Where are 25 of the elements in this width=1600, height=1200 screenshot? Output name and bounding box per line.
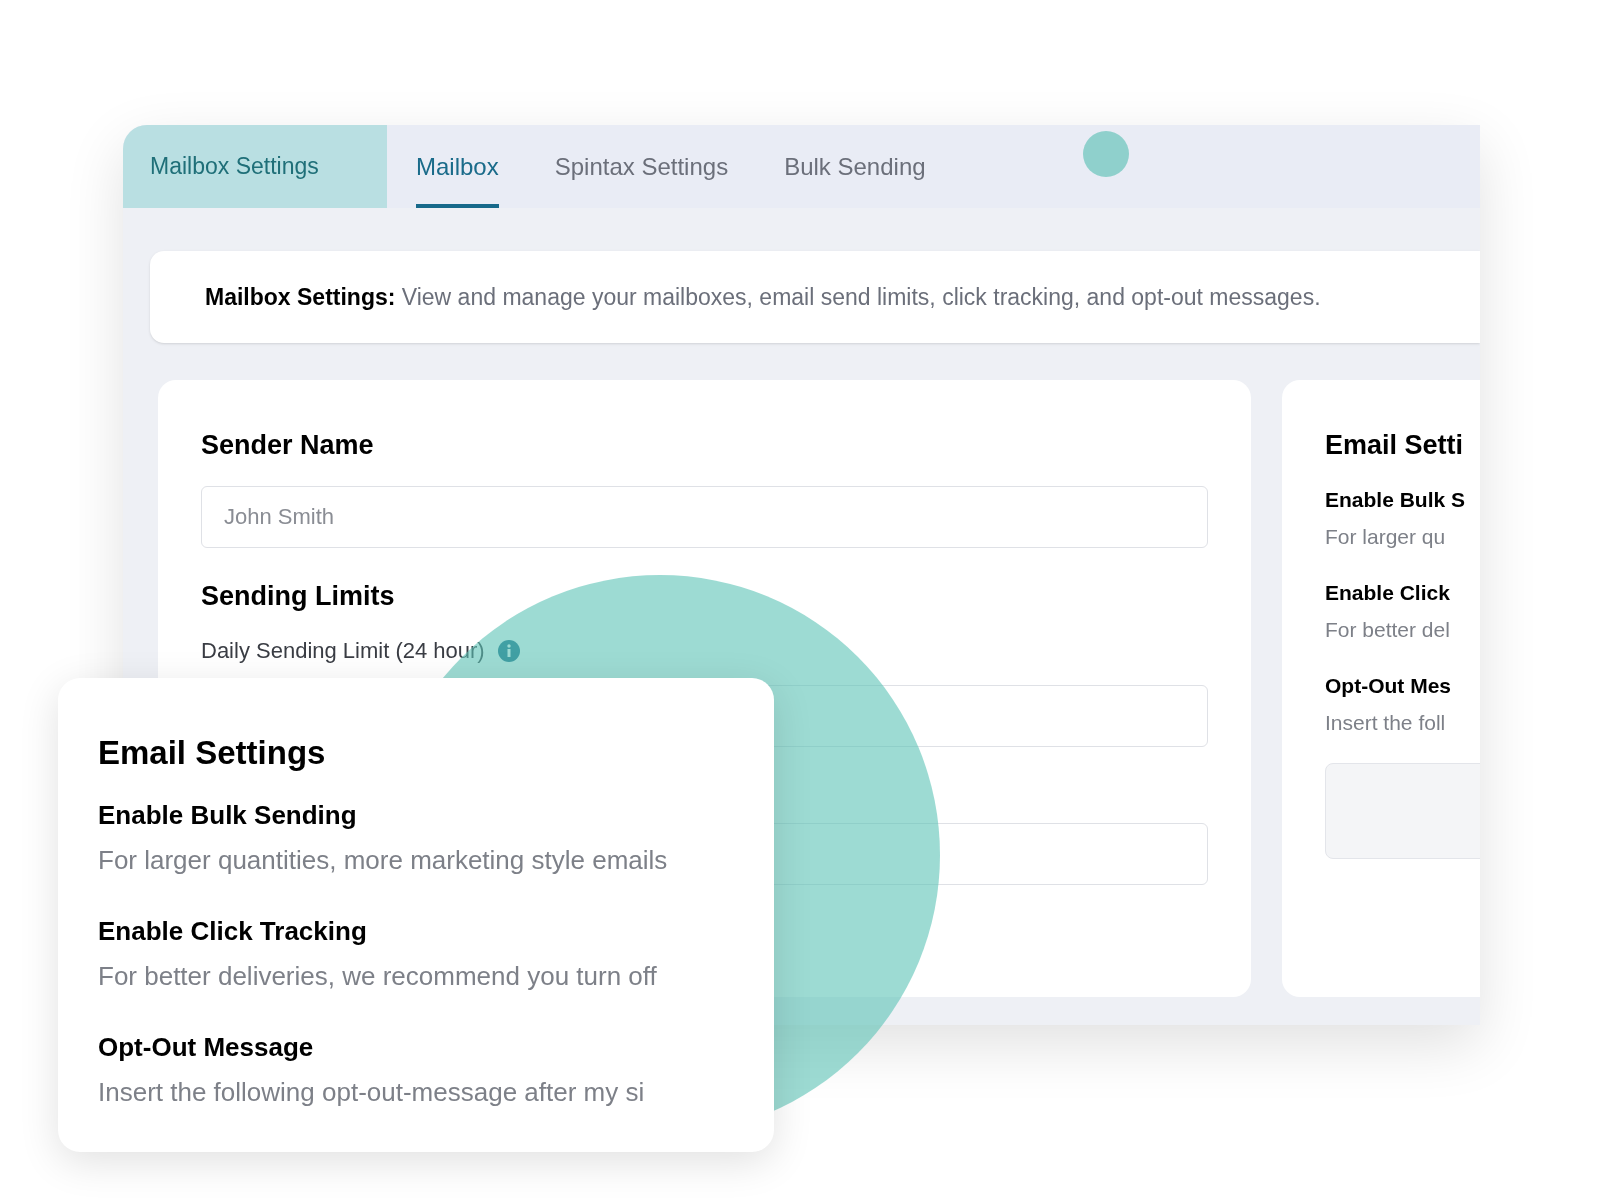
sending-limits-title: Sending Limits (201, 579, 396, 613)
info-icon (496, 638, 521, 663)
opt-out-field[interactable] (1325, 762, 1480, 859)
setting-title: Opt-Out Message (98, 1030, 315, 1064)
setting-description: Insert the following opt-out-message after my si (98, 1075, 646, 1109)
section-title: Mailbox Settings (123, 125, 387, 208)
setting-description: For better deliveries, we recommend you turn off (98, 959, 658, 993)
setting-title: Enable Click Tracking (98, 914, 368, 948)
info-text: Mailbox Settings: View and manage your mailboxes, email send limits, click tracking, and opt-out messages. (205, 282, 1321, 312)
setting-description: For larger qu (1325, 524, 1447, 550)
tab[interactable]: Mailbox (416, 125, 499, 208)
sender-name-title: Sender Name (201, 429, 375, 462)
setting-title: Enable Bulk Sending (98, 798, 358, 832)
setting-description: For larger quantities, more marketing style emails (98, 843, 669, 877)
daily-limit-label: Daily Sending Limit (24 hour) (201, 637, 485, 665)
setting-title: Opt-Out Mes (1325, 672, 1452, 699)
card-title: Email Settings (98, 733, 327, 773)
setting-title: Enable Bulk S (1325, 486, 1467, 513)
tab[interactable]: Bulk Sending (784, 125, 926, 208)
setting-description: For better del (1325, 617, 1451, 643)
tab[interactable]: Spintax Settings (554, 125, 729, 208)
panel-title: Email Setti (1325, 429, 1465, 462)
setting-title: Enable Click (1325, 579, 1451, 606)
setting-description: Insert the foll (1325, 710, 1447, 736)
sender-name-field[interactable]: John Smith (201, 485, 1208, 548)
